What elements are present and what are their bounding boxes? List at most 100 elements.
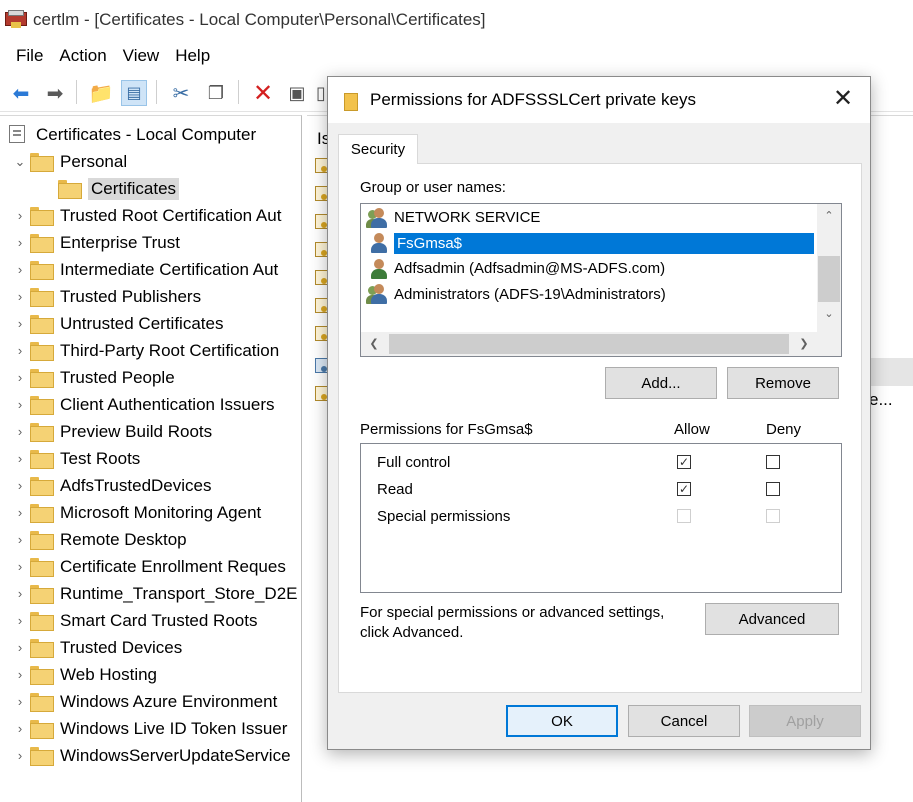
tree-item-folder[interactable]: › Web Hosting: [10, 661, 157, 688]
tree-item-personal[interactable]: ⌄ Personal: [10, 148, 127, 175]
tree-item-folder[interactable]: › Intermediate Certification Aut: [10, 256, 278, 283]
tree-item-folder[interactable]: › Trusted Publishers: [10, 283, 201, 310]
group-or-user-names-label: Group or user names:: [360, 179, 506, 196]
user-list-item[interactable]: Administrators (ADFS-19\Administrators): [366, 282, 666, 307]
permission-name: Full control: [377, 453, 451, 471]
chevron-right-icon[interactable]: ›: [10, 208, 30, 223]
scroll-up-icon[interactable]: ⌃: [817, 206, 841, 226]
tree-item-label: Trusted Publishers: [60, 286, 202, 306]
chevron-right-icon[interactable]: ›: [10, 262, 30, 277]
cancel-button[interactable]: Cancel: [628, 705, 740, 737]
tree-item-folder[interactable]: › Windows Azure Environment: [10, 688, 277, 715]
menu-bar: File Action View Help: [0, 40, 913, 72]
tree-item-folder[interactable]: › Trusted Devices: [10, 634, 182, 661]
allow-checkbox[interactable]: ✓: [677, 482, 691, 496]
tree-item-folder[interactable]: › Windows Live ID Token Issuer: [10, 715, 287, 742]
tree-item-folder[interactable]: › Untrusted Certificates: [10, 310, 223, 337]
tree-item-folder[interactable]: › Client Authentication Issuers: [10, 391, 275, 418]
scroll-left-icon[interactable]: ❮: [363, 332, 385, 356]
tree-item-folder[interactable]: › Preview Build Roots: [10, 418, 212, 445]
horizontal-scrollbar[interactable]: ❮ ❯: [361, 332, 819, 356]
apply-button[interactable]: Apply: [749, 705, 861, 737]
tree-item-folder[interactable]: › Trusted People: [10, 364, 175, 391]
user-list-item[interactable]: FsGmsa$: [368, 231, 814, 256]
delete-icon[interactable]: ✕: [250, 80, 276, 107]
tree-item-label: Client Authentication Issuers: [60, 394, 275, 414]
chevron-right-icon[interactable]: ›: [10, 451, 30, 466]
chevron-down-icon[interactable]: ⌄: [10, 154, 30, 170]
chevron-right-icon[interactable]: ›: [10, 505, 30, 520]
tree-item-folder[interactable]: › Enterprise Trust: [10, 229, 180, 256]
ok-button[interactable]: OK: [506, 705, 618, 737]
menu-help[interactable]: Help: [167, 46, 218, 66]
chevron-right-icon[interactable]: ›: [10, 343, 30, 358]
back-icon[interactable]: ⬅: [8, 80, 34, 106]
tree-root[interactable]: Certificates - Local Computer: [6, 121, 256, 148]
user-list-item[interactable]: NETWORK SERVICE: [366, 205, 540, 230]
menu-file[interactable]: File: [8, 46, 51, 66]
remove-button[interactable]: Remove: [727, 367, 839, 399]
chevron-right-icon[interactable]: ›: [10, 694, 30, 709]
advanced-button[interactable]: Advanced: [705, 603, 839, 635]
tree-item-folder[interactable]: › Microsoft Monitoring Agent: [10, 499, 261, 526]
chevron-right-icon[interactable]: ›: [10, 532, 30, 547]
deny-checkbox[interactable]: [766, 455, 780, 469]
tree-item-folder[interactable]: › Runtime_Transport_Store_D2E: [10, 580, 298, 607]
vertical-scrollbar[interactable]: ⌃ ⌄: [817, 204, 841, 334]
properties-icon[interactable]: ▣: [284, 80, 310, 106]
user-list[interactable]: NETWORK SERVICE FsGmsa$ Adfsadmin (Adfsadm…: [360, 203, 842, 357]
allow-checkbox[interactable]: [677, 509, 691, 523]
chevron-right-icon[interactable]: ›: [10, 721, 30, 736]
tree-item-folder[interactable]: › WindowsServerUpdateService: [10, 742, 291, 769]
chevron-right-icon[interactable]: ›: [10, 424, 30, 439]
refresh-icon[interactable]: ▯: [316, 80, 326, 106]
tree-item-personal-certificates[interactable]: Certificates: [38, 175, 180, 202]
tree-item-label: Trusted Root Certification Aut: [60, 205, 282, 225]
chevron-right-icon[interactable]: ›: [10, 370, 30, 385]
tree-item-folder[interactable]: › Test Roots: [10, 445, 140, 472]
chevron-right-icon[interactable]: ›: [10, 397, 30, 412]
tree-item-folder[interactable]: › Third-Party Root Certification: [10, 337, 279, 364]
tree-item-label: Certificates: [88, 177, 180, 200]
scroll-right-icon[interactable]: ❯: [793, 332, 815, 356]
folder-icon: [30, 315, 54, 334]
add-button[interactable]: Add...: [605, 367, 717, 399]
tree-item-folder[interactable]: › Smart Card Trusted Roots: [10, 607, 257, 634]
tree-item-label: Intermediate Certification Aut: [60, 259, 279, 279]
tab-security[interactable]: Security: [338, 134, 418, 164]
cut-icon[interactable]: ✂: [168, 80, 194, 106]
scroll-thumb[interactable]: [818, 256, 840, 302]
folder-icon: [30, 153, 54, 172]
chevron-right-icon[interactable]: ›: [10, 478, 30, 493]
tree-item-folder[interactable]: › Certificate Enrollment Reques: [10, 553, 286, 580]
chevron-right-icon[interactable]: ›: [10, 289, 30, 304]
tree-item-folder[interactable]: › Remote Desktop: [10, 526, 187, 553]
copy-icon[interactable]: ❐: [203, 80, 229, 106]
chevron-right-icon[interactable]: ›: [10, 613, 30, 628]
dialog-title: Permissions for ADFSSSLCert private keys: [370, 90, 696, 109]
chevron-right-icon[interactable]: ›: [10, 667, 30, 682]
tree-item-folder[interactable]: › Trusted Root Certification Aut: [10, 202, 281, 229]
permissions-list: Full control ✓ Read ✓ Special permissions: [360, 443, 842, 593]
forward-icon[interactable]: ➡: [42, 80, 68, 106]
menu-action[interactable]: Action: [51, 46, 114, 66]
deny-checkbox[interactable]: [766, 482, 780, 496]
allow-checkbox[interactable]: ✓: [677, 455, 691, 469]
menu-view[interactable]: View: [115, 46, 168, 66]
deny-checkbox[interactable]: [766, 509, 780, 523]
chevron-right-icon[interactable]: ›: [10, 559, 30, 574]
scroll-down-icon[interactable]: ⌄: [817, 304, 841, 324]
chevron-right-icon[interactable]: ›: [10, 235, 30, 250]
chevron-right-icon[interactable]: ›: [10, 316, 30, 331]
up-folder-icon[interactable]: 📁: [88, 80, 114, 106]
tree-item-label: Preview Build Roots: [60, 421, 213, 441]
scroll-thumb[interactable]: [389, 334, 789, 354]
user-list-item[interactable]: Adfsadmin (Adfsadmin@MS-ADFS.com): [368, 256, 665, 281]
show-hide-console-tree-icon[interactable]: ▤: [121, 80, 147, 106]
chevron-right-icon[interactable]: ›: [10, 586, 30, 601]
chevron-right-icon[interactable]: ›: [10, 748, 30, 763]
tree-item-folder[interactable]: › AdfsTrustedDevices: [10, 472, 211, 499]
close-icon[interactable]: ✕: [832, 87, 854, 111]
chevron-right-icon[interactable]: ›: [10, 640, 30, 655]
folder-icon: [30, 288, 54, 307]
